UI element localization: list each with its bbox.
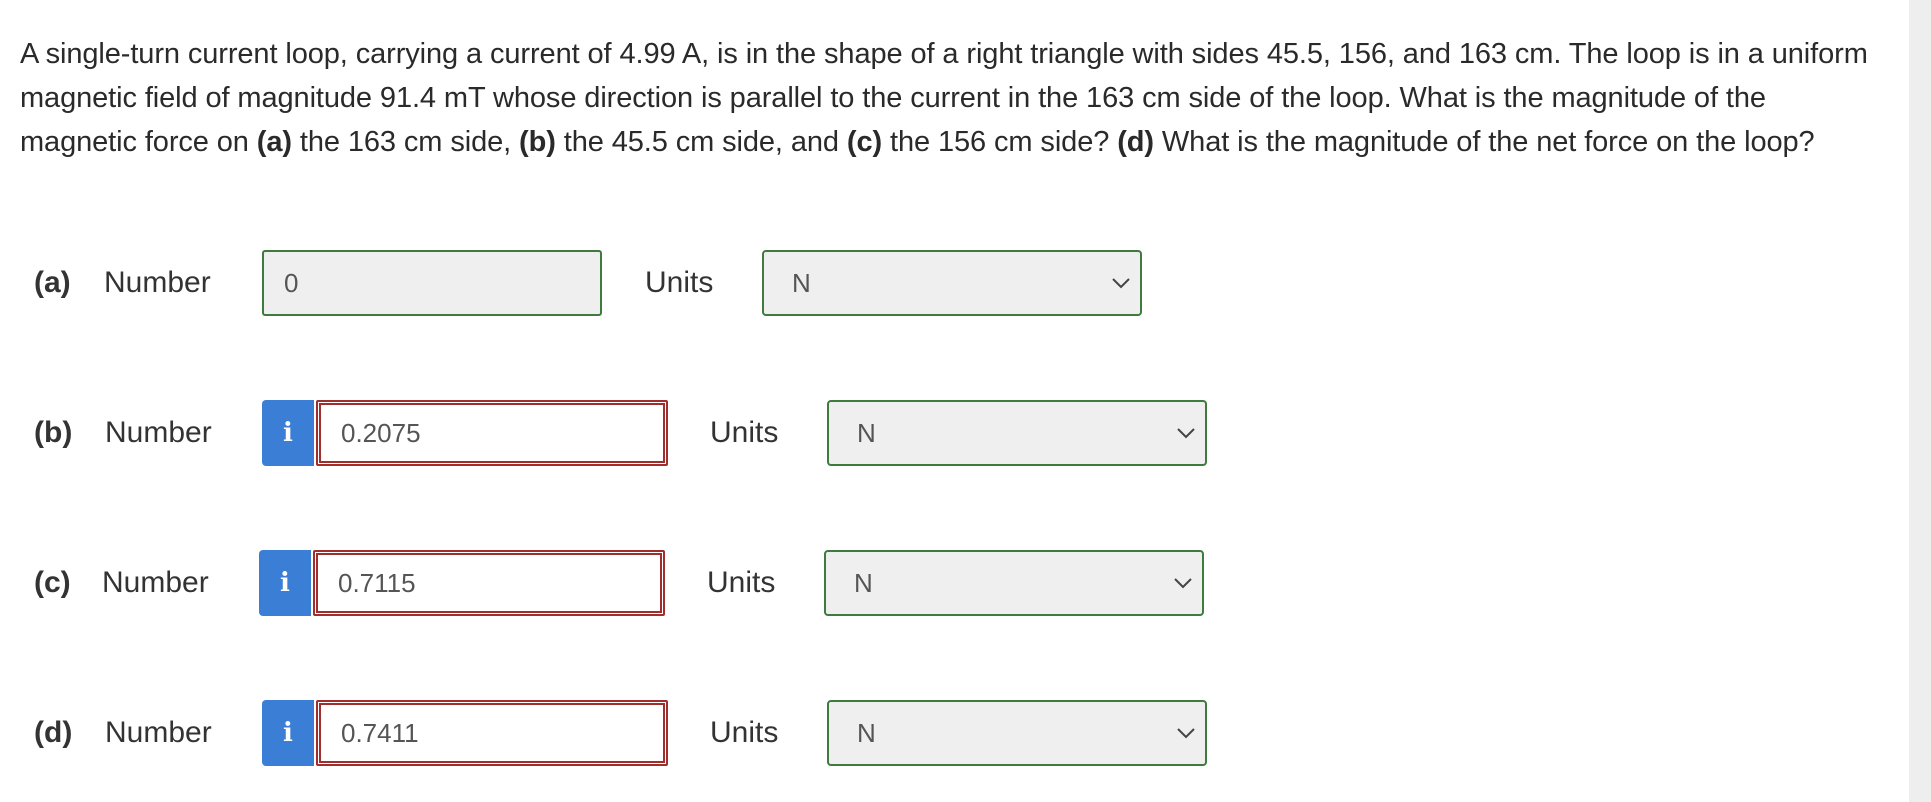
number-label: Number bbox=[105, 716, 212, 749]
part-label: (a) bbox=[34, 266, 71, 299]
part-c-ref: (c) bbox=[846, 126, 883, 158]
chevron-down-icon bbox=[1177, 428, 1195, 439]
units-label: Units bbox=[710, 716, 779, 749]
question-segment: What is the magnitude of the net force o… bbox=[1153, 126, 1815, 158]
info-icon: i bbox=[283, 718, 293, 748]
part-a-ref: (a) bbox=[256, 126, 292, 158]
chevron-down-icon bbox=[1174, 578, 1192, 589]
question-text: A single-turn current loop, carrying a c… bbox=[20, 32, 1890, 164]
units-label: Units bbox=[645, 266, 714, 299]
units-select-b[interactable]: N bbox=[827, 400, 1207, 466]
chevron-down-icon bbox=[1112, 278, 1130, 289]
number-label: Number bbox=[105, 416, 212, 449]
answer-c-input[interactable] bbox=[313, 550, 665, 616]
question-segment: the 163 cm side, bbox=[291, 126, 520, 158]
part-d-ref: (d) bbox=[1117, 126, 1154, 158]
part-b-ref: (b) bbox=[519, 126, 556, 158]
units-value: N bbox=[854, 568, 873, 598]
answer-a-input[interactable] bbox=[262, 250, 602, 316]
info-button[interactable]: i bbox=[262, 400, 314, 466]
answer-d-input[interactable] bbox=[316, 700, 668, 766]
units-select-c[interactable]: N bbox=[824, 550, 1204, 616]
scrollbar-track[interactable] bbox=[1909, 0, 1931, 802]
number-label: Number bbox=[102, 566, 209, 599]
part-label: (c) bbox=[34, 566, 71, 599]
question-segment: the 156 cm side? bbox=[882, 126, 1118, 158]
units-label: Units bbox=[710, 416, 779, 449]
units-label: Units bbox=[707, 566, 776, 599]
info-button[interactable]: i bbox=[259, 550, 311, 616]
part-label: (d) bbox=[34, 716, 73, 749]
info-icon: i bbox=[283, 418, 293, 448]
units-select-d[interactable]: N bbox=[827, 700, 1207, 766]
number-label: Number bbox=[104, 266, 211, 299]
answer-b-input[interactable] bbox=[316, 400, 668, 466]
units-value: N bbox=[792, 268, 811, 298]
chevron-down-icon bbox=[1177, 728, 1195, 739]
question-segment: the 45.5 cm side, and bbox=[555, 126, 847, 158]
info-icon: i bbox=[280, 568, 290, 598]
info-button[interactable]: i bbox=[262, 700, 314, 766]
units-value: N bbox=[857, 718, 876, 748]
part-label: (b) bbox=[34, 416, 73, 449]
units-select-a[interactable]: N bbox=[762, 250, 1142, 316]
units-value: N bbox=[857, 418, 876, 448]
